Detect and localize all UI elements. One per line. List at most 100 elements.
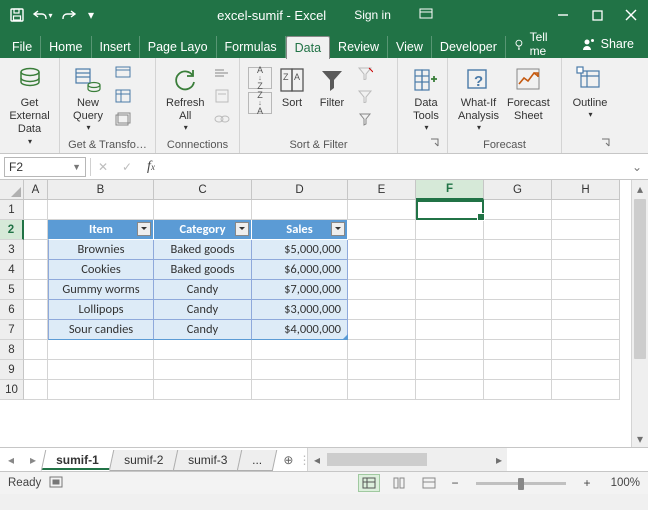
- cell[interactable]: [552, 340, 620, 360]
- cell[interactable]: [252, 360, 348, 380]
- get-external-data-button[interactable]: Get External Data▾: [6, 61, 53, 148]
- cell[interactable]: [552, 360, 620, 380]
- cell[interactable]: [484, 280, 552, 300]
- data-tools-button[interactable]: Data Tools▾: [404, 61, 448, 135]
- expand-formula-bar-icon[interactable]: ⌄: [626, 160, 648, 174]
- sheet-tab[interactable]: sumif-2: [108, 450, 178, 471]
- properties-icon[interactable]: [211, 86, 233, 106]
- cell[interactable]: [484, 340, 552, 360]
- cell[interactable]: [416, 280, 484, 300]
- filter-button[interactable]: Filter: [312, 61, 352, 112]
- forecast-sheet-button[interactable]: Forecast Sheet: [503, 61, 554, 125]
- cell[interactable]: [348, 220, 416, 240]
- row-header[interactable]: 5: [0, 280, 24, 300]
- tab-insert[interactable]: Insert: [92, 36, 140, 58]
- sheet-tab[interactable]: sumif-3: [173, 450, 243, 471]
- row-header[interactable]: 4: [0, 260, 24, 280]
- cell[interactable]: Sour candies: [48, 320, 154, 340]
- cell[interactable]: $7,000,000: [252, 280, 348, 300]
- cell[interactable]: [348, 300, 416, 320]
- tab-data[interactable]: Data: [286, 36, 330, 59]
- scroll-left-icon[interactable]: ◂: [308, 451, 325, 468]
- cell[interactable]: [552, 260, 620, 280]
- sheet-tab-more[interactable]: ...: [237, 450, 277, 471]
- cell[interactable]: [154, 380, 252, 400]
- sort-za-button[interactable]: Z↓A: [248, 92, 272, 114]
- cell[interactable]: [24, 200, 48, 220]
- reapply-icon[interactable]: [354, 86, 376, 106]
- cell[interactable]: [24, 220, 48, 240]
- tab-file[interactable]: File: [4, 36, 41, 58]
- cell[interactable]: [552, 220, 620, 240]
- tab-formulas[interactable]: Formulas: [217, 36, 286, 58]
- row-header[interactable]: 9: [0, 360, 24, 380]
- cell[interactable]: [348, 320, 416, 340]
- cell[interactable]: Lollipops: [48, 300, 154, 320]
- cell[interactable]: Baked goods: [154, 260, 252, 280]
- row-header[interactable]: 7: [0, 320, 24, 340]
- cell[interactable]: [484, 220, 552, 240]
- cell[interactable]: [24, 320, 48, 340]
- select-all-button[interactable]: [0, 180, 24, 200]
- cell[interactable]: [252, 200, 348, 220]
- cell[interactable]: [24, 260, 48, 280]
- cell[interactable]: [348, 200, 416, 220]
- sheet-tab[interactable]: sumif-1: [41, 450, 114, 471]
- enter-formula-icon[interactable]: ✓: [115, 157, 139, 177]
- outline-button[interactable]: Outline▾: [568, 61, 612, 122]
- tab-review[interactable]: Review: [330, 36, 388, 58]
- formula-input[interactable]: [163, 157, 626, 177]
- cell[interactable]: [252, 340, 348, 360]
- zoom-out-button[interactable]: −: [448, 476, 462, 490]
- column-header[interactable]: H: [552, 180, 620, 200]
- cell[interactable]: [484, 260, 552, 280]
- cell[interactable]: [416, 220, 484, 240]
- page-break-view-button[interactable]: [418, 474, 440, 492]
- sign-in-link[interactable]: Sign in: [354, 8, 391, 22]
- cell[interactable]: [552, 380, 620, 400]
- cell[interactable]: $5,000,000: [252, 240, 348, 260]
- column-header[interactable]: F: [416, 180, 484, 200]
- recent-sources-icon[interactable]: [112, 109, 134, 129]
- undo-icon[interactable]: ▾: [32, 4, 54, 26]
- cell[interactable]: [484, 320, 552, 340]
- cell[interactable]: [484, 240, 552, 260]
- filter-dropdown-icon[interactable]: [235, 222, 249, 236]
- new-query-button[interactable]: New Query▾: [66, 61, 110, 135]
- sheet-nav-prev-icon[interactable]: ◂: [0, 448, 22, 471]
- ribbon-display-options-icon[interactable]: [419, 8, 433, 23]
- minimize-button[interactable]: [546, 0, 580, 30]
- macro-icon[interactable]: [49, 476, 63, 491]
- cell[interactable]: [484, 380, 552, 400]
- cell[interactable]: [348, 380, 416, 400]
- insert-function-button[interactable]: fx: [139, 157, 163, 177]
- cell[interactable]: [48, 340, 154, 360]
- cell[interactable]: Brownies: [48, 240, 154, 260]
- cell[interactable]: $3,000,000: [252, 300, 348, 320]
- save-icon[interactable]: [6, 4, 28, 26]
- connections-icon[interactable]: [211, 63, 233, 83]
- cell[interactable]: [416, 200, 484, 220]
- cell[interactable]: $6,000,000: [252, 260, 348, 280]
- refresh-all-button[interactable]: Refresh All▾: [162, 61, 209, 135]
- cell[interactable]: Sales: [252, 220, 348, 240]
- row-header[interactable]: 2: [0, 220, 24, 240]
- zoom-in-button[interactable]: +: [580, 476, 594, 490]
- scroll-down-icon[interactable]: ▾: [632, 430, 648, 447]
- cell[interactable]: [416, 300, 484, 320]
- column-header[interactable]: G: [484, 180, 552, 200]
- cell[interactable]: [416, 360, 484, 380]
- cell[interactable]: Baked goods: [154, 240, 252, 260]
- cell[interactable]: [552, 280, 620, 300]
- tab-view[interactable]: View: [388, 36, 432, 58]
- cell[interactable]: [348, 260, 416, 280]
- tab-page-layout[interactable]: Page Layo: [140, 36, 217, 58]
- zoom-level[interactable]: 100%: [602, 477, 640, 489]
- cell[interactable]: [552, 240, 620, 260]
- cancel-formula-icon[interactable]: ✕: [91, 157, 115, 177]
- cell[interactable]: Candy: [154, 320, 252, 340]
- cell[interactable]: Candy: [154, 300, 252, 320]
- tab-home[interactable]: Home: [41, 36, 91, 58]
- cell[interactable]: [348, 340, 416, 360]
- name-box[interactable]: F2▼: [4, 157, 86, 177]
